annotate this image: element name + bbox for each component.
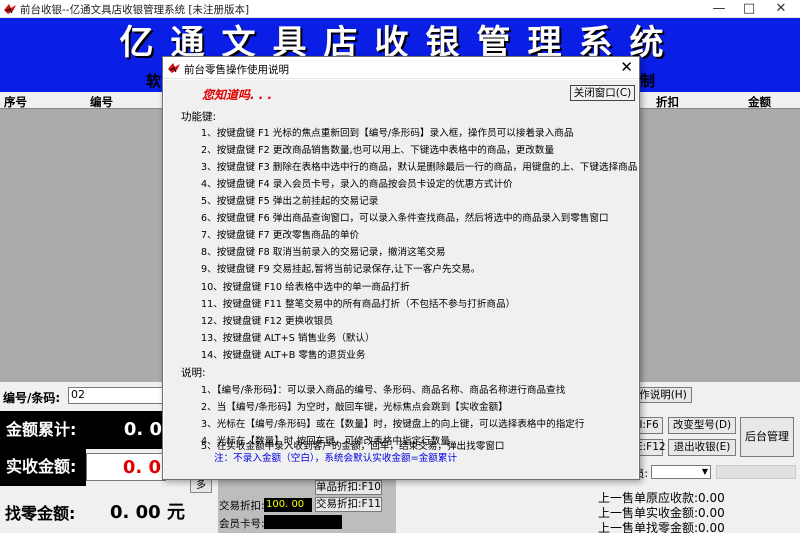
chevron-down-icon: ▼ xyxy=(701,467,708,476)
change-type-button[interactable]: 改变型号(D) xyxy=(668,417,736,434)
function-line: 11、按键盘键 F11 整笔交易中的所有商品打折（不包括不参与打折商品） xyxy=(201,299,516,310)
note-line: 3、光标在【编号/条形码】或在【数量】时，按键盘上的向上键，可以选择表格中的指定… xyxy=(201,419,585,430)
dialog-body: 您知道吗. . . 关闭窗口(C) 功能键: 1、按键盘键 F1 光标的焦点重新… xyxy=(164,80,638,479)
change-label: 找零金额: xyxy=(5,504,76,523)
total-label: 金额累计: xyxy=(0,411,86,449)
col-header-index: 序号 xyxy=(4,95,27,109)
function-line: 14、按键盘键 ALT+B 零售的退货业务 xyxy=(201,350,366,361)
function-line: 8、按键盘键 F8 取消当前录入的交易记录，撤消这笔交易 xyxy=(201,247,446,258)
window-title: 前台收银--亿通文具店收银管理系统 [未注册版本] xyxy=(20,4,250,16)
note-line: 1、【编号/条形码】：可以录入商品的编号、条形码、商品名称、商品名称进行商品查找 xyxy=(201,385,566,396)
function-line: 7、按键盘键 F7 更改零售商品的单价 xyxy=(201,230,360,241)
function-line: 4、按键盘键 F4 录入会员卡号，录入的商品按会员卡设定的优惠方式计价 xyxy=(201,179,513,190)
dialog-titlebar: 前台零售操作使用说明 ✕ xyxy=(163,57,639,79)
cashier-select[interactable]: ▼ xyxy=(651,465,711,479)
admin-button[interactable]: 后台管理 xyxy=(740,417,794,457)
member-label: 会员卡号: xyxy=(219,518,265,530)
code-label: 编号/条码: xyxy=(3,391,61,405)
status-field xyxy=(716,465,796,479)
paid-input[interactable]: 0. 0 xyxy=(86,453,166,481)
exit-cashier-button[interactable]: 退出收银(E) xyxy=(668,439,736,456)
member-card-input[interactable] xyxy=(264,515,342,529)
window-titlebar: 前台收银--亿通文具店收银管理系统 [未注册版本] — □ ✕ xyxy=(0,0,800,18)
note-line: 2、当【编号/条形码】为空时，敲回车键，光标焦点会跳到【实收金额】 xyxy=(201,402,508,413)
app-icon xyxy=(168,63,180,73)
function-line: 6、按键盘键 F6 弹出商品查询窗口，可以录入条件查找商品，然后将选中的商品录入… xyxy=(201,213,609,224)
sub-banner-right: 制 xyxy=(640,72,656,90)
total-value: 0. 0 xyxy=(86,411,166,449)
functions-title: 功能键: xyxy=(181,111,217,123)
change-value: 0. 00 元 xyxy=(110,502,185,523)
notes-tip: 注：不录入金额（空白），系统会默认实收金额=金额累计 xyxy=(214,453,458,464)
function-line: 5、按键盘键 F5 弹出之前挂起的交易记录 xyxy=(201,196,379,207)
function-line: 1、按键盘键 F1 光标的焦点重新回到【编号/条形码】录入框，操作员可以接着录入… xyxy=(201,128,574,139)
help-dialog: 前台零售操作使用说明 ✕ 您知道吗. . . 关闭窗口(C) 功能键: 1、按键… xyxy=(162,56,640,480)
function-line: 12、按键盘键 F12 更换收银员 xyxy=(201,316,333,327)
last-change: 上一售单找零金额:0.00 xyxy=(598,521,725,533)
function-line: 3、按键盘键 F3 删除在表格中选中行的商品，默认是删除最后一行的商品，用键盘的… xyxy=(201,162,638,173)
discount-input[interactable]: 100. 00 xyxy=(264,498,312,512)
maximize-button[interactable]: □ xyxy=(732,0,766,18)
discount-label: 交易折扣: xyxy=(219,500,265,512)
operation-guide-button[interactable]: 作说明(H) xyxy=(634,387,692,403)
sub-banner-left: 软 xyxy=(146,72,162,90)
close-window-button[interactable]: 关闭窗口(C) xyxy=(570,85,635,101)
dialog-close-icon[interactable]: ✕ xyxy=(620,58,633,76)
more-button[interactable]: 多 xyxy=(190,478,212,493)
code-input[interactable]: 02 xyxy=(68,387,168,404)
close-button[interactable]: ✕ xyxy=(764,0,798,18)
transaction-discount-button[interactable]: 交易折扣:F11 xyxy=(315,497,382,512)
function-line: 10、按键盘键 F10 给表格中选中的单一商品打折 xyxy=(201,282,410,293)
function-line: 2、按键盘键 F2 更改商品销售数量,也可以用上、下键选中表格中的商品，更改数量 xyxy=(201,145,555,156)
dialog-header: 您知道吗. . . xyxy=(202,88,273,102)
dialog-title: 前台零售操作使用说明 xyxy=(184,64,289,76)
minimize-button[interactable]: — xyxy=(702,0,736,18)
function-line: 9、按键盘键 F9 交易挂起,暂将当前记录保存,让下一客户先交易。 xyxy=(201,264,481,275)
item-discount-button[interactable]: 单品折扣:F10 xyxy=(315,480,382,495)
app-icon xyxy=(4,4,16,14)
paid-label: 实收金额: xyxy=(0,448,86,486)
col-header-amount: 金额 xyxy=(748,95,771,109)
col-header-code: 编号 xyxy=(90,95,113,109)
notes-title: 说明: xyxy=(181,367,206,379)
col-header-discount: 折扣 xyxy=(656,95,679,109)
function-line: 13、按键盘键 ALT+S 销售业务（默认） xyxy=(201,333,375,344)
